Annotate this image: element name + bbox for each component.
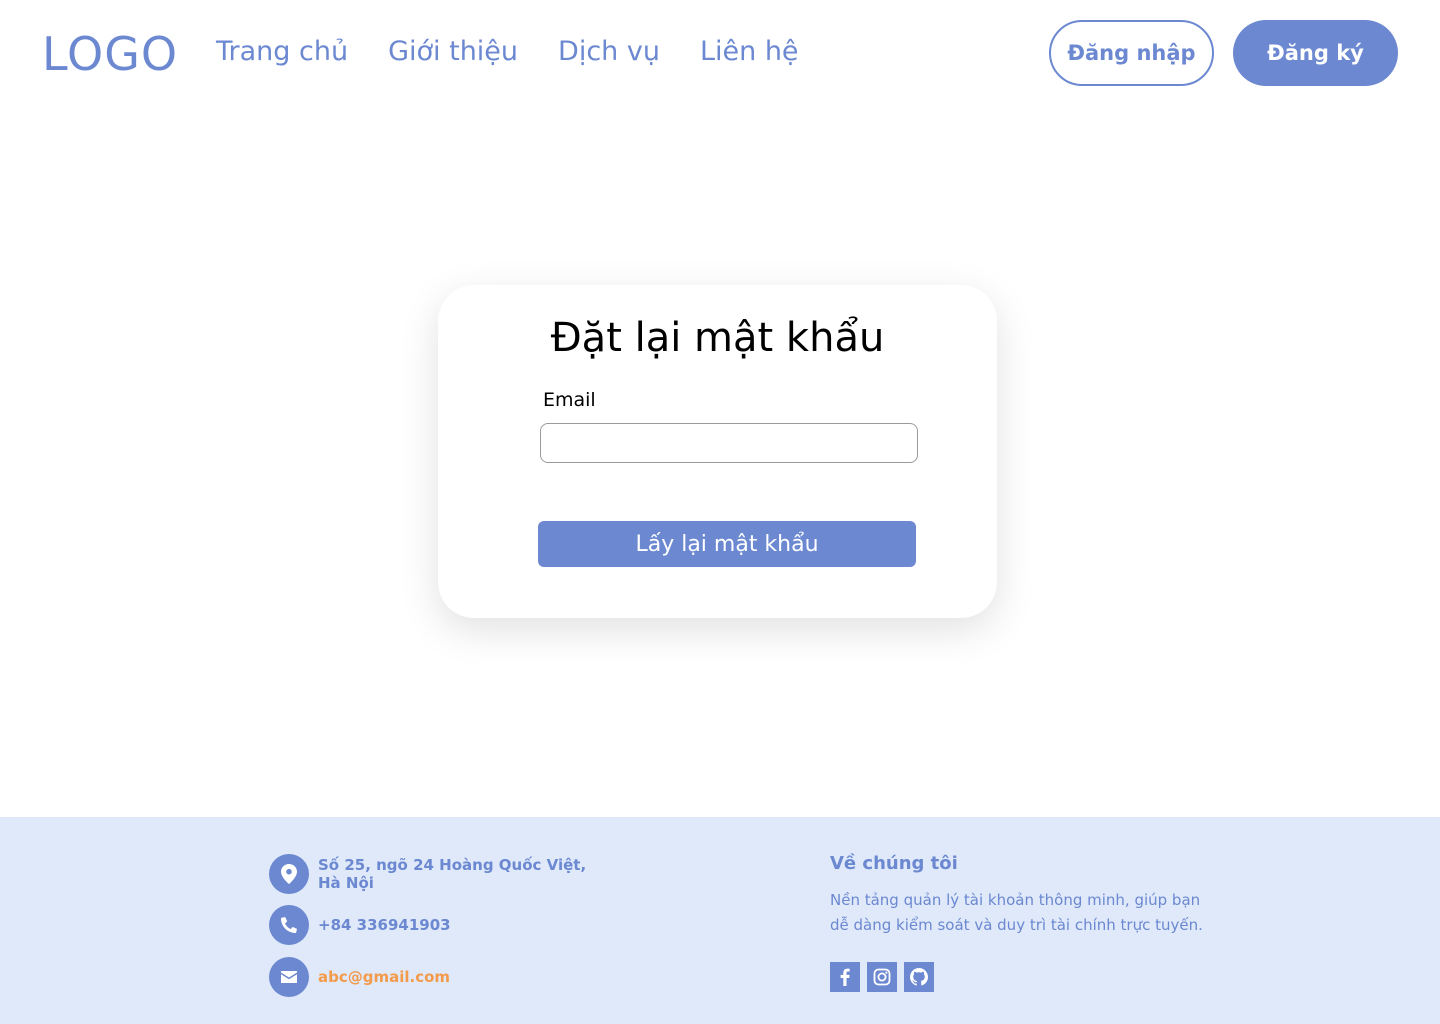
address-line-2: Hà Nội [318,874,374,892]
nav-link-home[interactable]: Trang chủ [216,36,348,67]
main-nav: Trang chủ Giới thiệu Dịch vụ Liên hệ [216,36,799,67]
email-link[interactable]: abc@gmail.com [318,968,450,986]
logo[interactable]: LOGO [42,27,178,81]
nav-link-contact[interactable]: Liên hệ [700,36,799,67]
envelope-icon [269,957,309,997]
nav-link-services[interactable]: Dịch vụ [558,36,660,67]
email-row: abc@gmail.com [269,957,450,997]
map-pin-icon [269,854,309,894]
address-line-1: Số 25, ngõ 24 Hoàng Quốc Việt, [318,856,587,874]
card-title: Đặt lại mật khẩu [550,315,885,361]
social-links [830,962,934,992]
address-text: Số 25, ngõ 24 Hoàng Quốc Việt, Hà Nội [318,856,586,892]
nav-link-about[interactable]: Giới thiệu [388,36,518,67]
email-label: Email [543,389,596,411]
email-input[interactable] [540,423,918,463]
instagram-icon[interactable] [867,962,897,992]
phone-number[interactable]: +84 336941903 [318,916,451,934]
site-header: LOGO Trang chủ Giới thiệu Dịch vụ Liên h… [0,0,1440,106]
recover-password-button[interactable]: Lấy lại mật khẩu [538,521,916,567]
phone-icon [269,905,309,945]
register-button[interactable]: Đăng ký [1233,20,1398,86]
about-title: Về chúng tôi [830,853,958,874]
phone-row: +84 336941903 [269,905,451,945]
address-row: Số 25, ngõ 24 Hoàng Quốc Việt, Hà Nội [269,854,586,894]
about-text: Nền tảng quản lý tài khoản thông minh, g… [830,891,1203,934]
login-button[interactable]: Đăng nhập [1049,20,1214,86]
facebook-icon[interactable] [830,962,860,992]
site-footer: Số 25, ngõ 24 Hoàng Quốc Việt, Hà Nội +8… [0,817,1440,1024]
reset-password-card: Đặt lại mật khẩu Email Lấy lại mật khẩu [438,285,997,618]
github-icon[interactable] [904,962,934,992]
